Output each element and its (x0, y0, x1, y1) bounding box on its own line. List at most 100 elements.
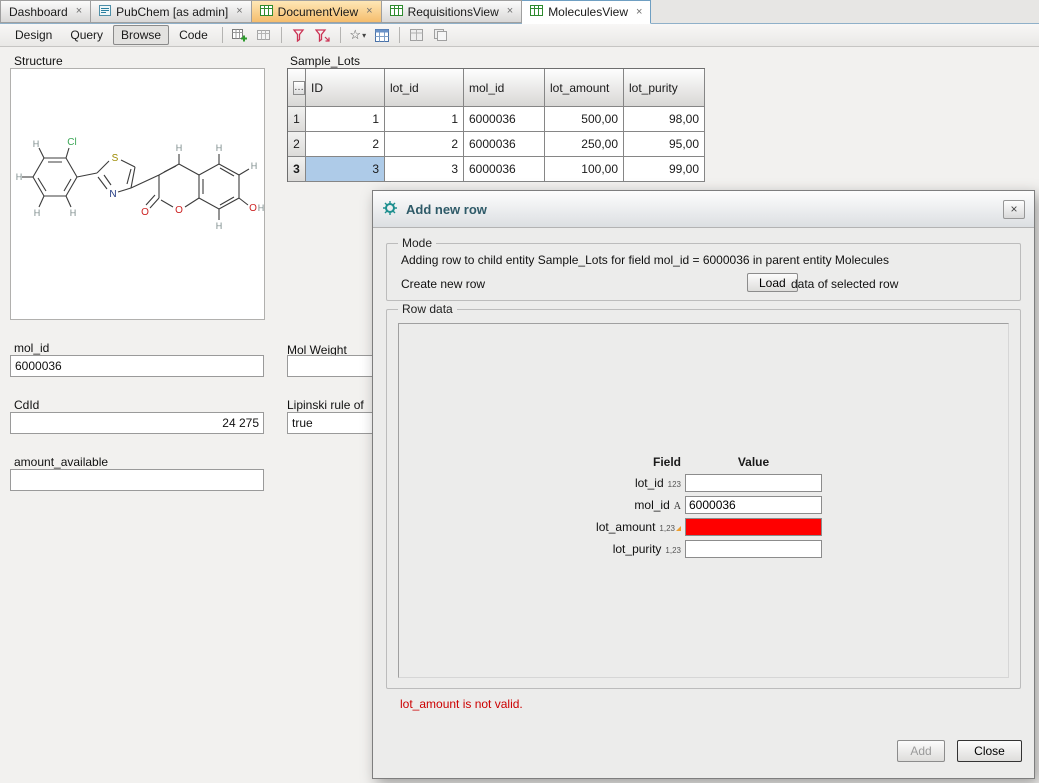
dialog-title-bar[interactable]: Add new row × (373, 191, 1034, 228)
decimal-type-icon: 1,23 (665, 546, 681, 555)
lipinski-label: Lipinski rule of (287, 398, 364, 412)
column-options-button[interactable]: … (293, 81, 305, 95)
table-cell[interactable]: 2 (385, 132, 464, 157)
grid-view-icon (390, 5, 403, 19)
browse-button[interactable]: Browse (113, 25, 169, 45)
cl-atom-label: Cl (67, 137, 76, 148)
widget-layout-icon[interactable] (430, 25, 452, 45)
table-cell[interactable]: 500,00 (545, 107, 624, 132)
field-name: lot_amount (596, 520, 655, 534)
tab-moleculesview[interactable]: MoleculesView × (522, 0, 651, 24)
column-header-id[interactable]: ID (306, 69, 385, 107)
table-icon[interactable] (253, 25, 275, 45)
h-atom-label: H (216, 221, 223, 231)
widget-grid-icon[interactable] (406, 25, 428, 45)
toolbar-separator (281, 27, 282, 43)
text-type-icon: A (674, 501, 681, 512)
toolbar-separator (340, 27, 341, 43)
edit-marker-icon (676, 526, 681, 531)
cdid-field[interactable] (10, 412, 264, 434)
add-button[interactable]: Add (897, 740, 945, 762)
lot-amount-value-input[interactable] (685, 518, 822, 536)
table-cell[interactable]: 2 (306, 132, 385, 157)
h-atom-label: H (176, 143, 183, 153)
table-cell[interactable]: 98,00 (624, 107, 705, 132)
mol-id-label: mol_id (14, 341, 49, 355)
tab-pubchem[interactable]: PubChem [as admin] × (91, 0, 252, 23)
table-cell[interactable]: 6000036 (464, 107, 545, 132)
column-header-lot-amount[interactable]: lot_amount (545, 69, 624, 107)
table-cell-selected[interactable]: 3 (306, 157, 385, 182)
form-view-icon[interactable] (371, 25, 393, 45)
favorites-star-icon[interactable]: ☆▾ (347, 25, 369, 45)
carbonyl-o-atom-label: O (141, 207, 149, 218)
table-cell[interactable]: 99,00 (624, 157, 705, 182)
mode-group-label: Mode (398, 236, 436, 250)
field-name: mol_id (634, 498, 669, 512)
hydroxyl-o-atom-label: O (249, 203, 257, 214)
row-data-panel: Field Value lot_id123 mol_id A lot_amount… (398, 323, 1009, 678)
grid-view-icon (530, 5, 543, 19)
sample-lots-title: Sample_Lots (290, 54, 360, 68)
table-cell[interactable]: 6000036 (464, 157, 545, 182)
table-cell[interactable]: 1 (385, 107, 464, 132)
structure-label: Structure (14, 54, 63, 68)
structure-viewer[interactable]: Cl S N O O O H H H H H H H H H (10, 68, 265, 320)
amount-available-label: amount_available (14, 455, 108, 469)
close-icon[interactable]: × (366, 6, 372, 17)
table-cell[interactable]: 100,00 (545, 157, 624, 182)
column-header-mol-id[interactable]: mol_id (464, 69, 545, 107)
tab-documentview[interactable]: DocumentView × (252, 0, 382, 23)
mode-group: Mode Adding row to child entity Sample_L… (386, 243, 1021, 301)
tab-requisitionsview[interactable]: RequisitionsView × (382, 0, 523, 23)
h-atom-label: H (70, 208, 77, 218)
table-cell[interactable]: 6000036 (464, 132, 545, 157)
close-button[interactable]: Close (957, 740, 1022, 762)
field-row-lot-id: lot_id123 (399, 473, 1008, 495)
column-header-lot-id[interactable]: lot_id (385, 69, 464, 107)
s-atom-label: S (112, 153, 119, 164)
row-number[interactable]: 1 (288, 107, 306, 132)
tab-label: Dashboard (9, 5, 68, 19)
lot-purity-value-input[interactable] (685, 540, 822, 558)
lot-id-value-input[interactable] (685, 474, 822, 492)
mol-id-field[interactable] (10, 355, 264, 377)
n-atom-label: N (109, 189, 116, 200)
field-column-header: Field (399, 455, 681, 469)
row-number[interactable]: 2 (288, 132, 306, 157)
tab-label: DocumentView (278, 5, 358, 19)
column-header-lot-purity[interactable]: lot_purity (624, 69, 705, 107)
create-new-row-text: Create new row (401, 277, 485, 291)
amount-available-field[interactable] (10, 469, 264, 491)
h-atom-label: H (251, 161, 258, 171)
code-button[interactable]: Code (171, 25, 216, 45)
add-table-icon[interactable] (229, 25, 251, 45)
h-atom-label: H (34, 208, 41, 218)
table-cell[interactable]: 95,00 (624, 132, 705, 157)
view-toolbar: Design Query Browse Code ☆▾ (0, 24, 1039, 47)
table-cell[interactable]: 250,00 (545, 132, 624, 157)
field-value-header: Field Value (399, 455, 1008, 471)
filter-edit-icon[interactable] (312, 25, 334, 45)
cdid-label: CdId (14, 398, 39, 412)
field-row-mol-id: mol_id A (399, 495, 1008, 517)
mol-id-value-input[interactable] (685, 496, 822, 514)
design-button[interactable]: Design (7, 25, 60, 45)
tab-label: PubChem [as admin] (116, 5, 228, 19)
dialog-close-button[interactable]: × (1003, 200, 1025, 219)
close-icon[interactable]: × (636, 7, 642, 18)
mode-description: Adding row to child entity Sample_Lots f… (401, 253, 889, 267)
tab-dashboard[interactable]: Dashboard × (0, 0, 91, 23)
close-icon[interactable]: × (76, 6, 82, 17)
table-cell[interactable]: 3 (385, 157, 464, 182)
field-row-lot-amount: lot_amount1,23 (399, 517, 1008, 539)
close-icon[interactable]: × (507, 6, 513, 17)
table-corner-cell: … (288, 69, 306, 107)
row-number-selected[interactable]: 3 (288, 157, 306, 182)
close-icon[interactable]: × (236, 6, 242, 17)
dialog-title: Add new row (406, 202, 487, 217)
application-window: Dashboard × PubChem [as admin] × Documen… (0, 0, 1039, 783)
table-cell[interactable]: 1 (306, 107, 385, 132)
filter-icon[interactable] (288, 25, 310, 45)
query-button[interactable]: Query (62, 25, 111, 45)
